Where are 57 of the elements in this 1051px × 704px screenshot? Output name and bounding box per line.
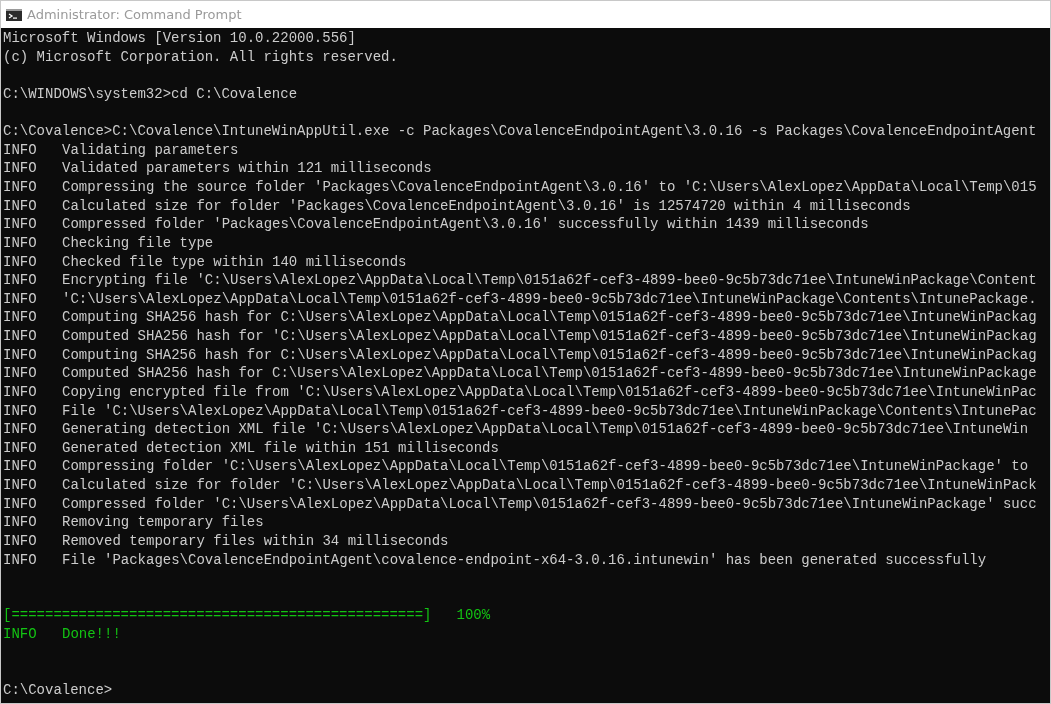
log-message: 'C:\Users\AlexLopez\AppData\Local\Temp\0151a62f-cef3-4899-bee0-9c5b73dc71ee\IntuneWinPackage\Contents\IntunePackage.	[62, 289, 1037, 309]
log-message: Encrypting file 'C:\Users\AlexLopez\AppData\Local\Temp\0151a62f-cef3-4899-bee0-9c5b73dc71ee\IntuneWinPackage\Content	[62, 271, 1037, 290]
window-title: Administrator: Command Prompt	[27, 7, 242, 22]
log-message: Computed SHA256 hash for 'C:\Users\AlexLopez\AppData\Local\Temp\0151a62f-cef3-4899-bee0-9c5b73dc71ee\IntuneWinPackag	[62, 327, 1037, 346]
log-level: INFO	[3, 159, 38, 178]
terminal-icon	[6, 8, 22, 21]
log-message: File 'C:\Users\AlexLopez\AppData\Local\Temp\0151a62f-cef3-4899-bee0-9c5b73dc71ee\IntuneWinPackage\Contents\IntunePac	[62, 401, 1037, 421]
log-level: INFO	[3, 364, 38, 383]
log-message: Copying encrypted file from 'C:\Users\AlexLopez\AppData\Local\Temp\0151a62f-cef3-4899-bee0-9c5b73dc71ee\IntuneWinPac	[62, 382, 1037, 402]
log-level: INFO	[3, 140, 38, 160]
log-level: INFO	[3, 327, 38, 346]
log-level: INFO	[3, 233, 38, 253]
log-message: Removing temporary files	[62, 513, 264, 532]
log-message: Compressed folder 'C:\Users\AlexLopez\AppData\Local\Temp\0151a62f-cef3-4899-bee0-9c5b73dc71ee\IntuneWinPackage' succ	[62, 494, 1037, 514]
log-message: Computing SHA256 hash for C:\Users\AlexLopez\AppData\Local\Temp\0151a62f-cef3-4899-bee0-9c5b73dc71ee\IntuneWinPackag	[62, 345, 1037, 365]
log-level: INFO	[3, 625, 38, 644]
console-line: C:\Covalence>	[3, 680, 113, 700]
log-message: Checked file type within 140 milliseconds	[62, 252, 407, 272]
log-message: File 'Packages\CovalenceEndpointAgent\covalence-endpoint-x64-3.0.16.intunewin' has been generated successfully	[62, 550, 987, 570]
console-line: C:\WINDOWS\system32>cd C:\Covalence	[3, 84, 298, 104]
log-message: Compressing folder 'C:\Users\AlexLopez\AppData\Local\Temp\0151a62f-cef3-4899-bee0-9c5b73dc71ee\IntuneWinPackage' to	[62, 457, 1029, 476]
log-level: INFO	[3, 420, 38, 439]
log-message: Validating parameters	[62, 140, 239, 160]
log-message: Calculated size for folder 'Packages\CovalenceEndpointAgent\3.0.16' is 12574720 within 4 milliseconds	[62, 196, 911, 216]
console-line: C:\Covalence>C:\Covalence\IntuneWinAppUtil.exe -c Packages\CovalenceEndpointAgent\3.0.16 -s Packages\CovalenceEndpointAgent	[3, 122, 1037, 141]
log-level: INFO	[3, 494, 38, 514]
log-message: Checking file type	[62, 233, 214, 253]
log-level: INFO	[3, 382, 38, 402]
progress-text: [=================================================]	[3, 606, 432, 625]
log-level: INFO	[3, 178, 38, 197]
log-level: INFO	[3, 531, 38, 551]
log-level: INFO	[3, 550, 38, 570]
log-message: Computing SHA256 hash for C:\Users\AlexLopez\AppData\Local\Temp\0151a62f-cef3-4899-bee0-9c5b73dc71ee\IntuneWinPackag	[62, 308, 1037, 327]
log-level: INFO	[3, 308, 38, 327]
log-level: INFO	[3, 289, 38, 309]
log-message: Generating detection XML file 'C:\Users\AlexLopez\AppData\Local\Temp\0151a62f-cef3-4899-bee0-9c5b73dc71ee\IntuneWin	[62, 420, 1029, 439]
log-level: INFO	[3, 252, 38, 272]
log-level: INFO	[3, 457, 38, 476]
log-level: INFO	[3, 271, 38, 290]
log-level: INFO	[3, 438, 38, 458]
progress-percent: 100%	[456, 606, 491, 625]
log-message: Removed temporary files within 34 milliseconds	[62, 531, 449, 551]
log-level: INFO	[3, 476, 38, 495]
log-message: Compressing the source folder 'Packages\CovalenceEndpointAgent\3.0.16' to 'C:\Users\AlexLopez\AppData\Local\Temp\015	[62, 178, 1037, 197]
log-message: Generated detection XML file within 151 milliseconds	[62, 438, 499, 458]
log-message: Done!!!	[62, 625, 121, 644]
log-level: INFO	[3, 513, 38, 532]
log-level: INFO	[3, 401, 38, 421]
log-message: Calculated size for folder 'C:\Users\AlexLopez\AppData\Local\Temp\0151a62f-cef3-4899-bee0-9c5b73dc71ee\IntuneWinPack	[62, 476, 1037, 495]
log-level: INFO	[3, 345, 38, 365]
log-message: Compressed folder 'Packages\CovalenceEndpointAgent\3.0.16' successfully within 1439 milliseconds	[62, 215, 869, 234]
log-message: Computed SHA256 hash for C:\Users\AlexLopez\AppData\Local\Temp\0151a62f-cef3-4899-bee0-9c5b73dc71ee\IntuneWinPackage	[62, 364, 1037, 383]
console-line: Microsoft Windows [Version 10.0.22000.556]	[3, 29, 356, 48]
log-level: INFO	[3, 215, 38, 234]
console-line: (c) Microsoft Corporation. All rights reserved.	[3, 47, 398, 67]
log-message: Validated parameters within 121 milliseconds	[62, 159, 432, 178]
log-level: INFO	[3, 196, 38, 216]
